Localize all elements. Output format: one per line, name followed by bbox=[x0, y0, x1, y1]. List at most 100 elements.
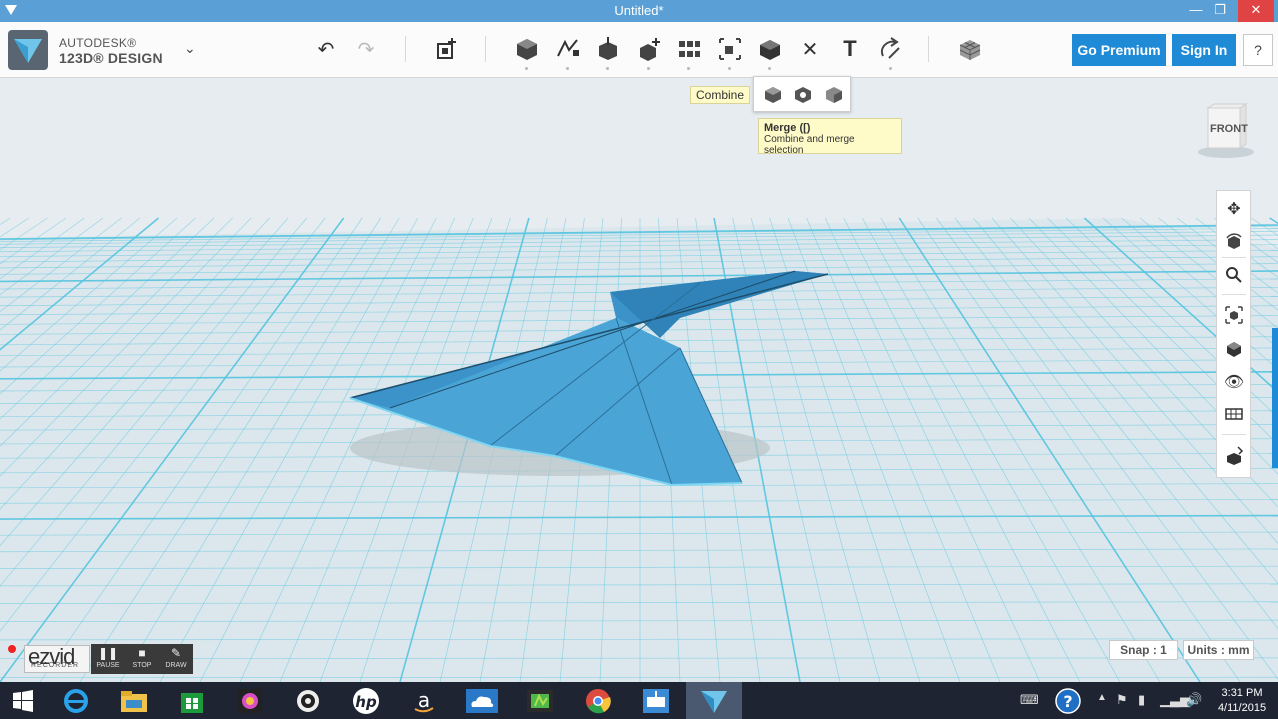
pattern-icon[interactable] bbox=[676, 36, 702, 62]
primitives-cube-icon[interactable] bbox=[514, 36, 540, 62]
stop-label: STOP bbox=[132, 662, 152, 669]
taskbar-hp[interactable]: hp bbox=[338, 682, 394, 719]
subtract-icon[interactable] bbox=[793, 85, 813, 105]
text-tool-icon[interactable]: T bbox=[837, 36, 863, 62]
view-cube-front-label: FRONT bbox=[1210, 123, 1248, 135]
perspective-icon[interactable] bbox=[1224, 339, 1244, 359]
title-bar: Untitled* — ❐ ✕ bbox=[0, 0, 1278, 22]
brand-autodesk: AUTODESK® bbox=[59, 36, 137, 50]
taskbar-clock[interactable]: 3:31 PM 4/11/2015 bbox=[1212, 686, 1272, 716]
taskbar-video-app[interactable] bbox=[512, 682, 568, 719]
construct-icon[interactable] bbox=[595, 36, 621, 62]
windows-logo-icon bbox=[13, 689, 33, 712]
pause-label: PAUSE bbox=[96, 662, 120, 669]
taskbar-ie[interactable] bbox=[48, 682, 104, 719]
app-menu-chevron-icon[interactable]: ⌄ bbox=[184, 40, 196, 57]
ezvid-recorder-widget: ezvid RECORDER ❚❚ PAUSE ■ STOP ✎ DRAW bbox=[4, 641, 204, 677]
taskbar-123d-design[interactable] bbox=[686, 682, 742, 719]
brand-product: 123D® DESIGN bbox=[59, 50, 163, 66]
3d-model[interactable] bbox=[0, 78, 1278, 682]
nav-divider bbox=[1222, 294, 1246, 295]
battery-icon[interactable]: ▮ bbox=[1138, 692, 1145, 708]
internet-explorer-icon bbox=[64, 688, 88, 713]
go-premium-button[interactable]: Go Premium bbox=[1072, 34, 1166, 66]
sign-in-button[interactable]: Sign In bbox=[1172, 34, 1236, 66]
start-button[interactable] bbox=[0, 682, 46, 719]
draw-label: DRAW bbox=[165, 662, 187, 669]
ezvid-draw-button[interactable]: ✎ DRAW bbox=[159, 644, 193, 674]
clock-date: 4/11/2015 bbox=[1217, 702, 1267, 714]
help-button[interactable]: ? bbox=[1243, 34, 1273, 66]
side-panel-tab[interactable] bbox=[1272, 328, 1278, 468]
taskbar-photo-app[interactable] bbox=[222, 682, 278, 719]
taskbar-file-explorer[interactable] bbox=[106, 682, 162, 719]
toolbar-dot bbox=[728, 67, 731, 70]
svg-text:hp: hp bbox=[355, 693, 377, 711]
svg-text:?: ? bbox=[1063, 692, 1072, 711]
snap-tool-icon[interactable] bbox=[877, 36, 903, 62]
units-dropdown[interactable]: Units : mm bbox=[1183, 640, 1254, 660]
hp-logo-icon: hp bbox=[353, 687, 379, 714]
close-button[interactable]: ✕ bbox=[1238, 0, 1274, 22]
tooltip-description: Combine and merge selection bbox=[764, 134, 855, 156]
toolbar-dot bbox=[889, 67, 892, 70]
cloud-icon bbox=[466, 688, 498, 713]
recording-dot-icon bbox=[8, 645, 16, 653]
taskbar-media-app[interactable] bbox=[280, 682, 336, 719]
taskbar-store[interactable] bbox=[164, 682, 220, 719]
chrome-icon bbox=[586, 688, 611, 713]
taskbar-onedrive[interactable] bbox=[454, 682, 510, 719]
main-toolbar: AUTODESK® 123D® DESIGN ⌄ ↶ ↷ ✕ T Go Prem… bbox=[0, 22, 1278, 78]
photo-app-icon bbox=[238, 688, 262, 713]
modify-icon[interactable] bbox=[636, 36, 662, 62]
media-app-icon bbox=[297, 689, 319, 712]
volume-icon[interactable]: 🔊 bbox=[1186, 692, 1202, 708]
merge-icon[interactable] bbox=[763, 85, 783, 105]
show-hidden-icons-icon[interactable]: ▲ bbox=[1097, 692, 1107, 703]
sketch-icon[interactable] bbox=[555, 36, 581, 62]
combine-label: Combine bbox=[690, 86, 751, 104]
navigation-panel: ✥ 👁 bbox=[1216, 190, 1251, 478]
taskbar-network-app[interactable] bbox=[628, 682, 684, 719]
ezvid-stop-button[interactable]: ■ STOP bbox=[125, 644, 159, 674]
pencil-icon: ✎ bbox=[170, 646, 182, 660]
keyboard-icon[interactable]: ⌨ bbox=[1020, 692, 1039, 708]
grouping-icon[interactable] bbox=[717, 36, 743, 62]
amazon-logo-icon: a bbox=[414, 688, 434, 712]
material-icon[interactable] bbox=[957, 36, 983, 62]
orbit-icon[interactable] bbox=[1224, 232, 1244, 252]
toolbar-divider bbox=[928, 36, 929, 62]
add-shape-icon[interactable] bbox=[434, 36, 460, 62]
materials-outline-icon[interactable] bbox=[1224, 404, 1244, 424]
taskbar-chrome[interactable] bbox=[570, 682, 626, 719]
toolbar-dot bbox=[768, 67, 771, 70]
zoom-icon[interactable] bbox=[1224, 265, 1244, 285]
window-title: Untitled* bbox=[614, 3, 664, 18]
app-logo-icon[interactable] bbox=[8, 30, 48, 70]
svg-text:a: a bbox=[418, 688, 430, 712]
delete-tool-icon[interactable]: ✕ bbox=[797, 36, 823, 62]
fit-view-icon[interactable] bbox=[1224, 305, 1244, 325]
visibility-eye-icon[interactable]: 👁 bbox=[1224, 372, 1244, 392]
combine-icon[interactable] bbox=[757, 36, 783, 62]
maximize-button[interactable]: ❐ bbox=[1206, 0, 1234, 22]
snap-dropdown[interactable]: Snap : 1 bbox=[1109, 640, 1178, 660]
ezvid-pause-button[interactable]: ❚❚ PAUSE bbox=[91, 644, 125, 674]
intersect-icon[interactable] bbox=[824, 85, 844, 105]
undo-icon[interactable]: ↶ bbox=[313, 36, 339, 62]
nav-divider bbox=[1222, 434, 1246, 435]
help-support-icon[interactable]: ? bbox=[1054, 687, 1082, 715]
folder-icon bbox=[121, 690, 147, 712]
3d-viewport[interactable] bbox=[0, 78, 1278, 682]
tooltip-title: Merge ([) bbox=[764, 122, 811, 134]
taskbar-amazon[interactable]: a bbox=[396, 682, 452, 719]
pan-icon[interactable]: ✥ bbox=[1224, 199, 1244, 219]
redo-icon[interactable]: ↷ bbox=[353, 36, 379, 62]
toolbar-dot bbox=[606, 67, 609, 70]
windows-taskbar: hp a ⌨ ? ▲ ⚑ ▮ ▁▃▅ 🔊 3:31 PM 4/11/2015 bbox=[0, 682, 1278, 719]
combine-submenu bbox=[753, 76, 851, 112]
action-center-flag-icon[interactable]: ⚑ bbox=[1116, 692, 1128, 708]
snap-grid-icon[interactable] bbox=[1224, 446, 1244, 466]
film-strip-icon bbox=[527, 689, 553, 712]
merge-tooltip: Merge ([) Combine and merge selection bbox=[758, 118, 902, 156]
